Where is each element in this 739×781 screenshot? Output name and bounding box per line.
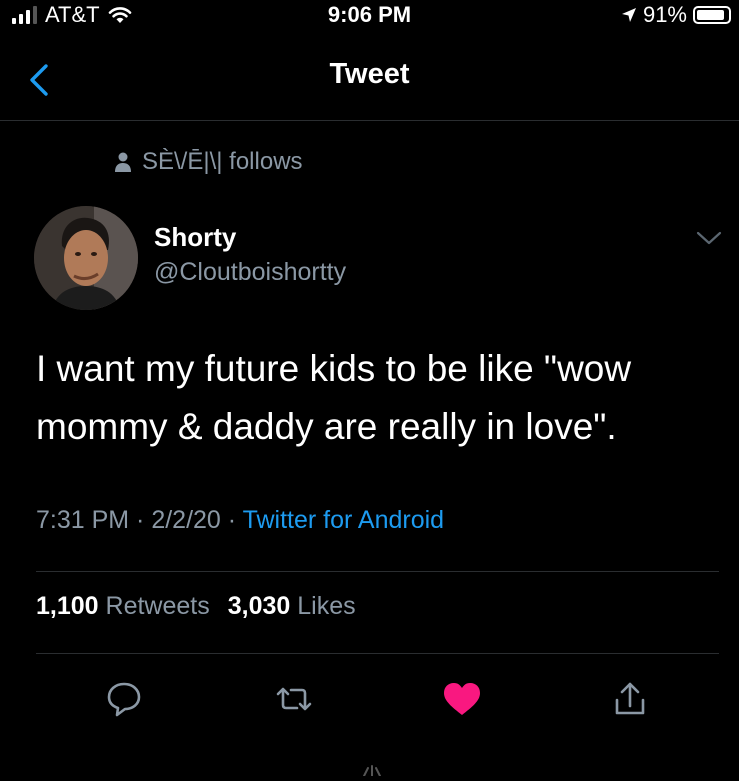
share-button[interactable] bbox=[608, 678, 652, 720]
status-bar: AT&T 9:06 PM 91% bbox=[0, 0, 739, 32]
tweet-date: 2/2/20 bbox=[151, 506, 221, 534]
social-context[interactable]: SÈ\/Ē|\| follows bbox=[114, 148, 303, 176]
status-right: 91% bbox=[621, 2, 731, 28]
tweet-text-line: I want my future kids to be like "wow bbox=[36, 348, 632, 389]
tweet-text-line: mommy & daddy are really in love". bbox=[36, 406, 617, 447]
tweet-meta: 7:31 PM · 2/2/20 · Twitter for Android bbox=[36, 506, 444, 535]
engagement-counts: 1,100 Retweets 3,030 Likes bbox=[36, 592, 356, 621]
person-icon bbox=[115, 152, 131, 172]
likes-label: Likes bbox=[297, 592, 356, 620]
tweet-time: 7:31 PM bbox=[36, 506, 130, 534]
tweet-text: I want my future kids to be like "wow mo… bbox=[36, 340, 726, 456]
retweets-label: Retweets bbox=[105, 592, 210, 620]
divider bbox=[36, 571, 719, 572]
battery-icon bbox=[693, 6, 731, 24]
partial-element bbox=[358, 760, 386, 777]
profile-photo bbox=[34, 206, 138, 310]
nav-bar: Tweet bbox=[0, 40, 739, 121]
meta-separator: · bbox=[220, 506, 243, 534]
author-handle[interactable]: @Cloutboishortty bbox=[154, 258, 346, 287]
likes-stat[interactable]: 3,030 Likes bbox=[228, 592, 356, 620]
social-context-label: SÈ\/Ē|\| follows bbox=[142, 148, 303, 175]
battery-percent: 91% bbox=[642, 2, 687, 27]
battery-level-fill bbox=[697, 10, 725, 20]
retweets-count: 1,100 bbox=[36, 592, 99, 620]
share-icon bbox=[615, 682, 645, 715]
like-button[interactable] bbox=[440, 678, 484, 720]
avatar[interactable] bbox=[34, 206, 138, 310]
retweet-icon bbox=[276, 687, 312, 711]
retweet-button[interactable] bbox=[272, 678, 316, 720]
tweet-source-link[interactable]: Twitter for Android bbox=[243, 506, 444, 534]
meta-separator: · bbox=[129, 506, 152, 534]
reply-icon bbox=[107, 682, 141, 717]
heart-filled-icon bbox=[444, 683, 480, 715]
reply-button[interactable] bbox=[102, 678, 146, 720]
nav-title: Tweet bbox=[329, 58, 410, 90]
likes-count: 3,030 bbox=[227, 592, 291, 620]
retweets-stat[interactable]: 1,100 Retweets bbox=[36, 592, 210, 620]
author-name[interactable]: Shorty bbox=[154, 222, 236, 253]
chevron-down-icon bbox=[696, 231, 722, 245]
location-arrow-icon bbox=[621, 8, 636, 22]
divider bbox=[36, 653, 719, 654]
tweet-options-button[interactable] bbox=[694, 226, 724, 250]
